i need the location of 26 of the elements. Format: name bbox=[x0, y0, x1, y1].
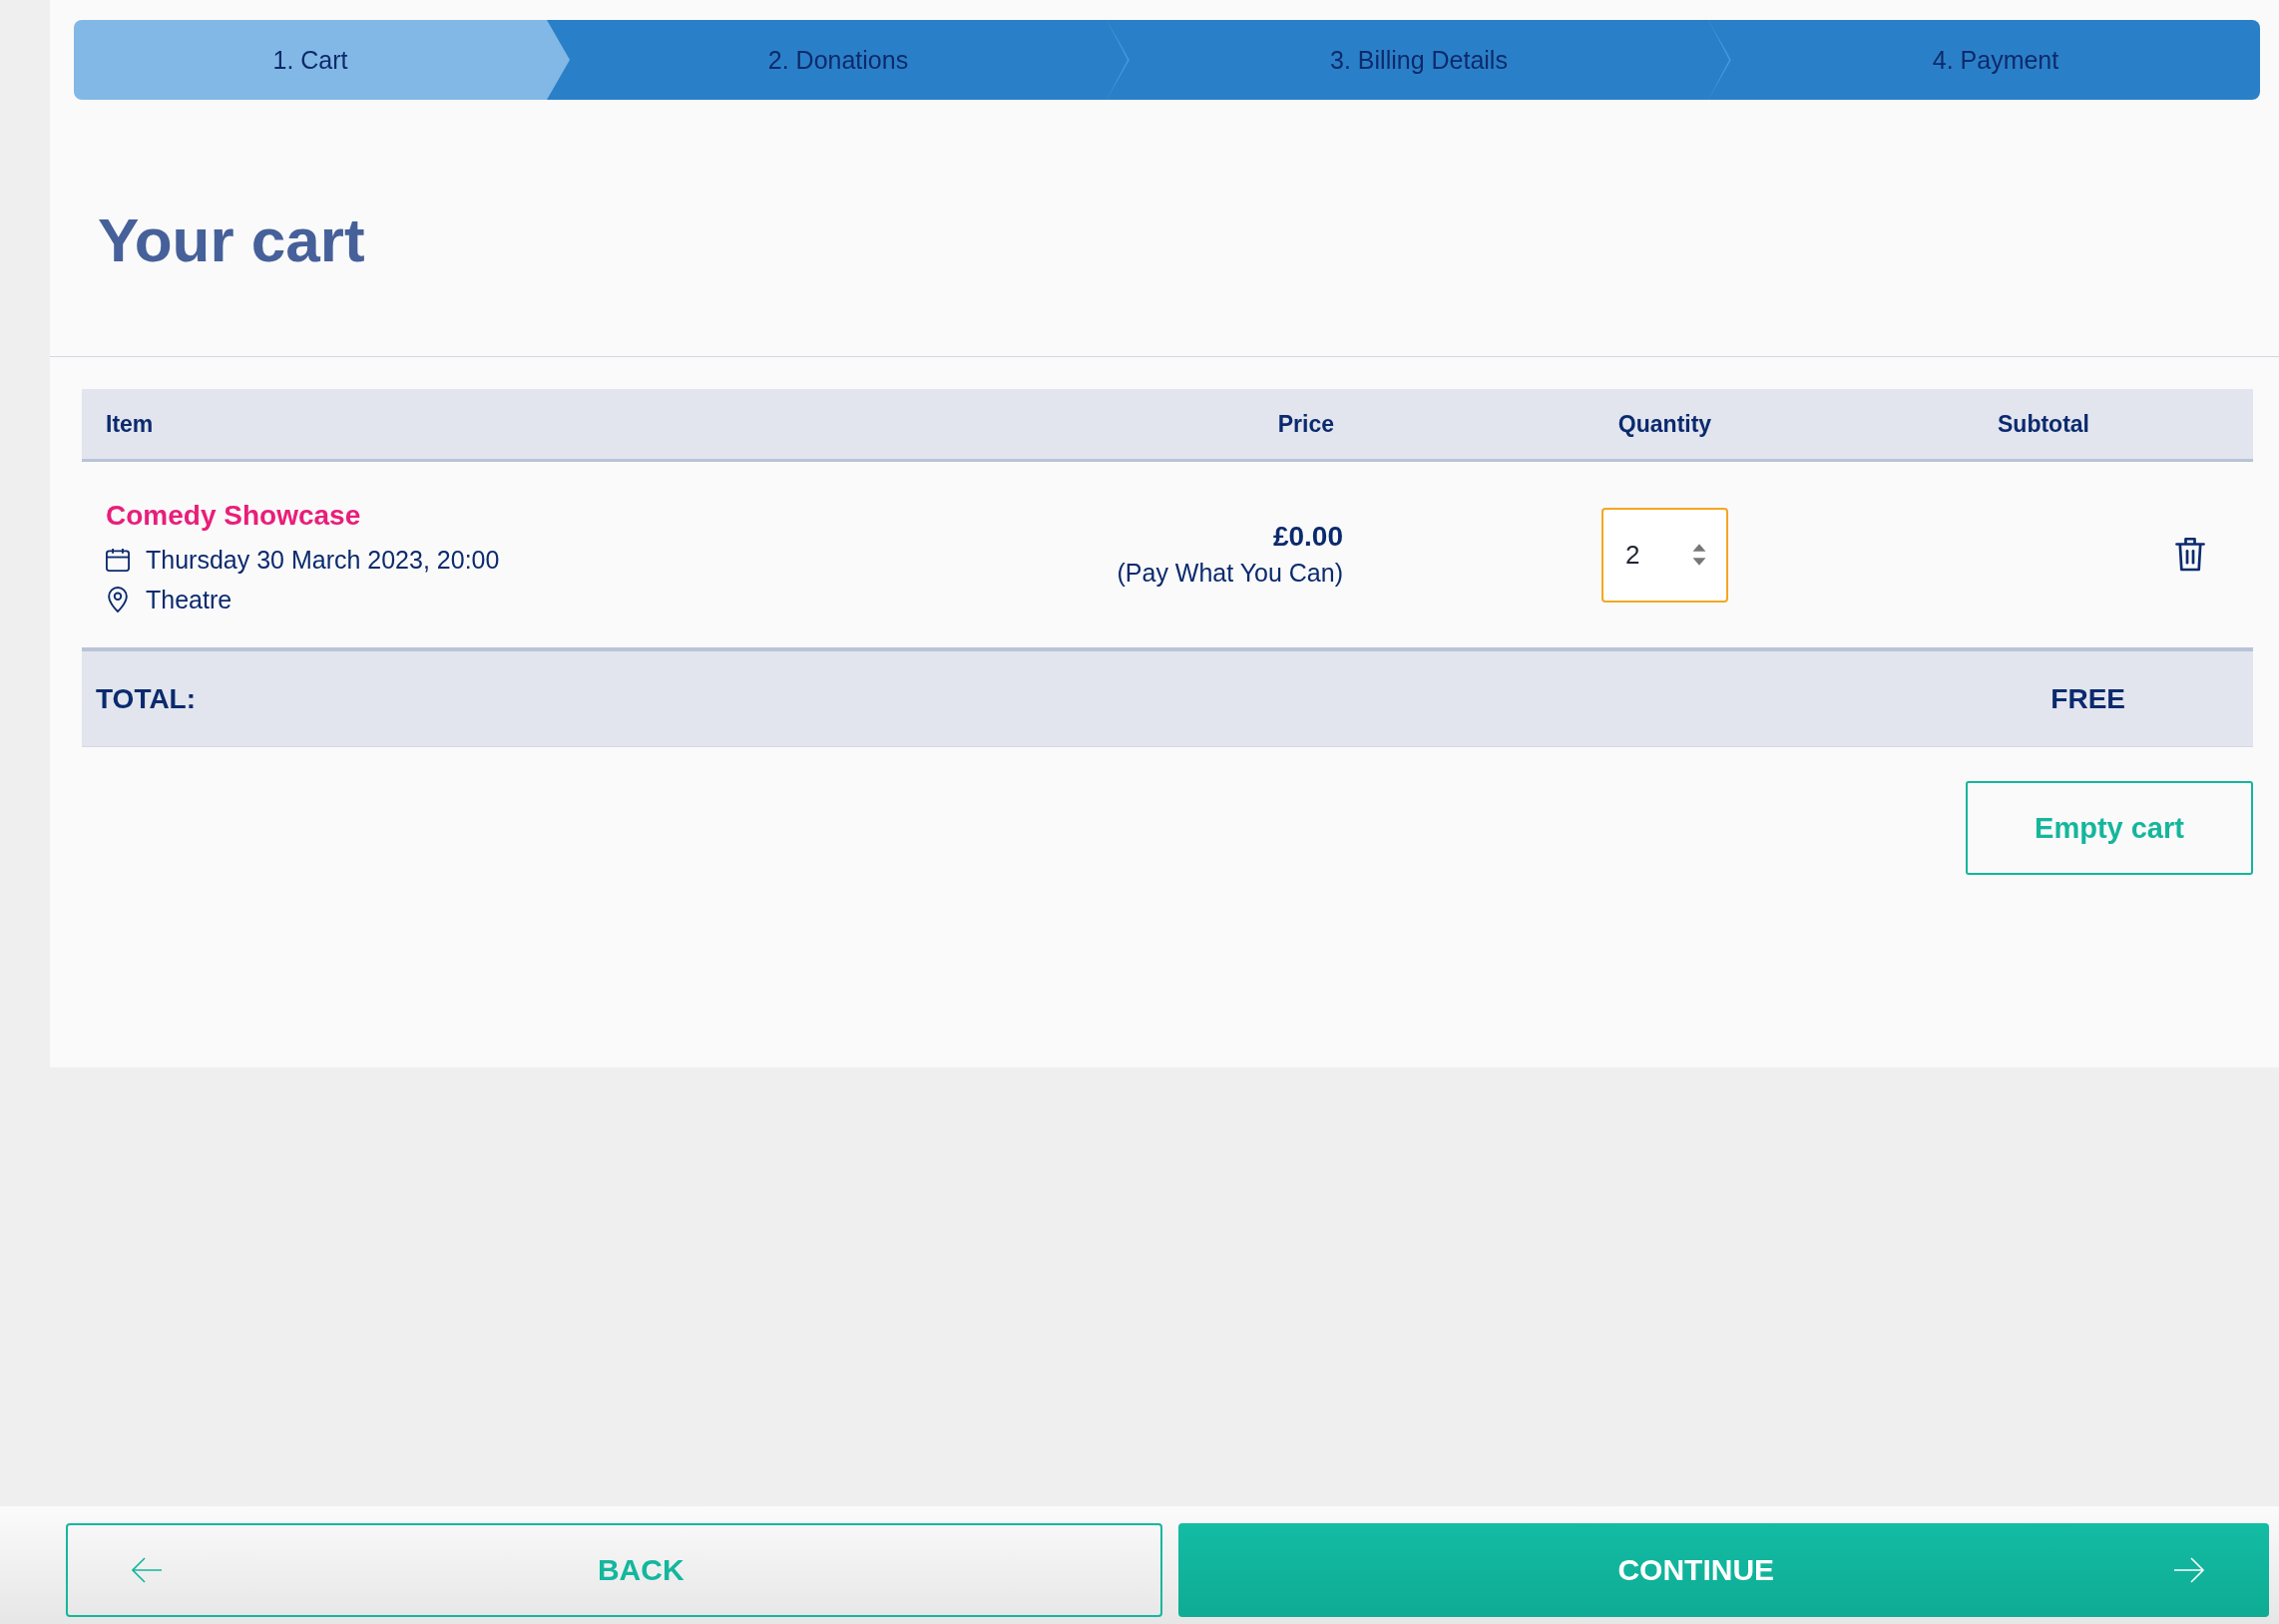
arrow-right-icon bbox=[2174, 1557, 2205, 1583]
back-button[interactable]: BACK bbox=[66, 1523, 1162, 1617]
checkout-step: 2. Donations bbox=[547, 20, 1130, 100]
calendar-icon bbox=[106, 548, 130, 572]
event-venue: Theatre bbox=[146, 585, 232, 614]
page-title: Your cart bbox=[98, 204, 365, 276]
column-header: Quantity bbox=[1616, 410, 1713, 438]
price-text: £0.00 bbox=[1272, 520, 1343, 554]
trash-icon[interactable] bbox=[2175, 537, 2205, 573]
event-date: Thursday 30 March 2023, 20:00 bbox=[146, 545, 500, 575]
checkout-step: 1. Cart bbox=[74, 20, 570, 100]
column-header: Subtotal bbox=[1997, 410, 2090, 438]
column-header: Price bbox=[1276, 410, 1335, 438]
empty-cart-button[interactable]: Empty cart bbox=[1966, 781, 2253, 875]
location-pin-icon bbox=[108, 587, 128, 612]
total-value: FREE bbox=[2051, 682, 2125, 715]
checkout-step: 3. Billing Details bbox=[1107, 20, 1731, 100]
column-header: Item bbox=[105, 410, 155, 438]
continue-button[interactable]: CONTINUE bbox=[1177, 1523, 2269, 1617]
quantity-field[interactable]: 2 bbox=[1601, 507, 1728, 603]
spinner-icon[interactable] bbox=[1692, 543, 1706, 567]
arrow-left-icon bbox=[132, 1557, 163, 1583]
price-note: (Pay What You Can) bbox=[1117, 558, 1343, 589]
total-label: TOTAL: bbox=[96, 682, 197, 715]
event-link[interactable]: Comedy Showcase bbox=[106, 496, 361, 536]
checkout-step: 4. Payment bbox=[1708, 20, 2260, 100]
